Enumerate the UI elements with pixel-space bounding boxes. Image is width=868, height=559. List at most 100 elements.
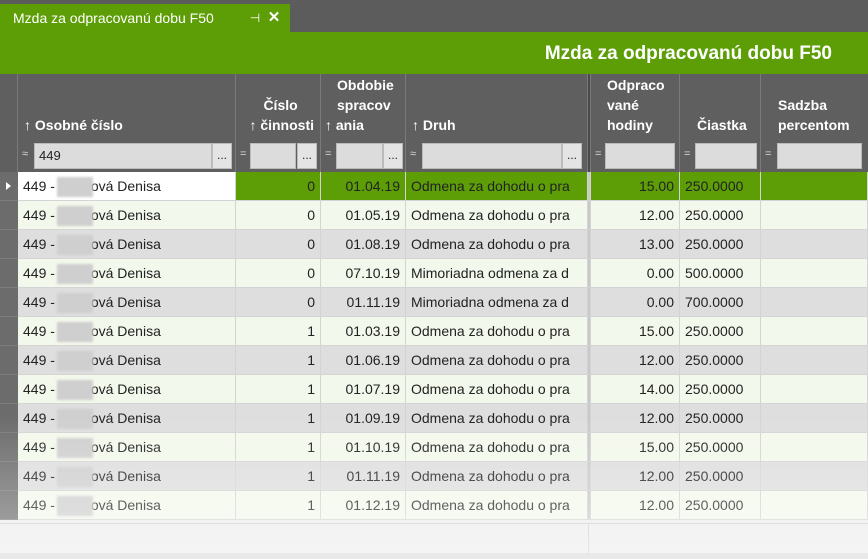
filter-input-sadzba[interactable] — [777, 143, 862, 169]
cell-druh[interactable]: Odmena za dohodu o pra — [406, 346, 588, 375]
cell-hodiny[interactable]: 12.00 — [591, 491, 680, 520]
cell-sadzba[interactable] — [761, 259, 868, 288]
cell-obdobie[interactable]: 01.04.19 — [321, 172, 406, 201]
cell-ciastka[interactable]: 250.0000 — [680, 346, 761, 375]
cell-ciastka[interactable]: 700.0000 — [680, 288, 761, 317]
filter-operator[interactable]: ≈ — [22, 148, 28, 160]
filter-operator[interactable]: = — [325, 148, 331, 160]
cell-obdobie[interactable]: 01.12.19 — [321, 491, 406, 520]
filter-operator[interactable]: = — [240, 148, 246, 160]
cell-hodiny[interactable]: 13.00 — [591, 230, 680, 259]
column-header-odpracovane-hodiny[interactable]: Odpraco vané hodiny — [591, 74, 680, 140]
column-header-cislo-cinnosti[interactable]: Číslo ↑ činnosti — [236, 74, 321, 140]
cell-ciastka[interactable]: 500.0000 — [680, 259, 761, 288]
filter-input-ciastka[interactable] — [695, 143, 757, 169]
cell-obdobie[interactable]: 01.09.19 — [321, 404, 406, 433]
cell-ciastka[interactable]: 250.0000 — [680, 201, 761, 230]
cell-druh[interactable]: Odmena za dohodu o pra — [406, 375, 588, 404]
cell-hodiny[interactable]: 0.00 — [591, 259, 680, 288]
row-selector[interactable] — [0, 491, 18, 520]
cell-cislo[interactable]: 1 — [236, 317, 321, 346]
cell-cislo[interactable]: 1 — [236, 462, 321, 491]
filter-lookup-button[interactable]: ... — [212, 143, 232, 169]
cell-druh[interactable]: Odmena za dohodu o pra — [406, 462, 588, 491]
table-row[interactable]: 449 - ová Denisa 1 01.12.19 Odmena za dohod… — [18, 491, 868, 520]
document-tab[interactable]: Mzda za odpracovanú dobu F50 ⊣ ✕ — [0, 4, 290, 32]
cell-sadzba[interactable] — [761, 288, 868, 317]
filter-lookup-button[interactable]: ... — [562, 143, 582, 169]
cell-cislo[interactable]: 1 — [236, 346, 321, 375]
cell-osobne-cislo[interactable]: 449 - ová Denisa — [18, 230, 236, 259]
cell-obdobie[interactable]: 01.06.19 — [321, 346, 406, 375]
cell-druh[interactable]: Mimoriadna odmena za d — [406, 288, 588, 317]
cell-obdobie[interactable]: 01.03.19 — [321, 317, 406, 346]
pin-icon[interactable]: ⊣ — [247, 4, 263, 32]
filter-operator[interactable]: = — [595, 148, 601, 160]
cell-ciastka[interactable]: 250.0000 — [680, 491, 761, 520]
cell-osobne-cislo[interactable]: 449 - ová Denisa — [18, 259, 236, 288]
cell-ciastka[interactable]: 250.0000 — [680, 433, 761, 462]
cell-obdobie[interactable]: 01.05.19 — [321, 201, 406, 230]
row-selector[interactable] — [0, 172, 18, 201]
cell-sadzba[interactable] — [761, 201, 868, 230]
table-row[interactable]: 449 - ová Denisa 0 01.04.19 Odmena za dohod… — [18, 172, 868, 201]
table-row[interactable]: 449 - ová Denisa 1 01.10.19 Odmena za dohod… — [18, 433, 868, 462]
filter-lookup-button[interactable]: ... — [383, 143, 403, 169]
cell-druh[interactable]: Odmena za dohodu o pra — [406, 404, 588, 433]
table-row[interactable]: 449 - ová Denisa 1 01.09.19 Odmena za dohod… — [18, 404, 868, 433]
cell-sadzba[interactable] — [761, 433, 868, 462]
cell-druh[interactable]: Odmena za dohodu o pra — [406, 317, 588, 346]
horizontal-scrollbar[interactable] — [0, 553, 868, 559]
cell-druh[interactable]: Mimoriadna odmena za d — [406, 259, 588, 288]
table-row[interactable]: 449 - ová Denisa 0 01.05.19 Odmena za dohod… — [18, 201, 868, 230]
cell-osobne-cislo[interactable]: 449 - ová Denisa — [18, 375, 236, 404]
cell-cislo[interactable]: 1 — [236, 433, 321, 462]
cell-sadzba[interactable] — [761, 346, 868, 375]
filter-operator[interactable]: = — [684, 148, 690, 160]
filter-lookup-button[interactable]: ... — [297, 143, 317, 169]
cell-osobne-cislo[interactable]: 449 - ová Denisa — [18, 462, 236, 491]
cell-osobne-cislo[interactable]: 449 - ová Denisa — [18, 288, 236, 317]
filter-input-cislo-cinnosti[interactable] — [250, 143, 296, 169]
cell-cislo[interactable]: 0 — [236, 230, 321, 259]
cell-sadzba[interactable] — [761, 317, 868, 346]
cell-osobne-cislo[interactable]: 449 - ová Denisa — [18, 172, 236, 201]
cell-sadzba[interactable] — [761, 230, 868, 259]
column-header-osobne-cislo[interactable]: ↑ Osobné číslo — [18, 74, 236, 140]
table-row[interactable]: 449 - ová Denisa 1 01.03.19 Odmena za dohod… — [18, 317, 868, 346]
close-icon[interactable]: ✕ — [266, 4, 282, 32]
column-header-sadzba[interactable]: Sadzba percentom — [761, 74, 868, 140]
cell-sadzba[interactable] — [761, 172, 868, 201]
column-header-ciastka[interactable]: Čiastka — [680, 74, 761, 140]
cell-sadzba[interactable] — [761, 404, 868, 433]
cell-hodiny[interactable]: 12.00 — [591, 201, 680, 230]
cell-cislo[interactable]: 1 — [236, 404, 321, 433]
cell-obdobie[interactable]: 01.07.19 — [321, 375, 406, 404]
cell-obdobie[interactable]: 07.10.19 — [321, 259, 406, 288]
cell-ciastka[interactable]: 250.0000 — [680, 172, 761, 201]
cell-osobne-cislo[interactable]: 449 - ová Denisa — [18, 346, 236, 375]
cell-ciastka[interactable]: 250.0000 — [680, 404, 761, 433]
cell-obdobie[interactable]: 01.11.19 — [321, 462, 406, 491]
cell-cislo[interactable]: 1 — [236, 491, 321, 520]
cell-sadzba[interactable] — [761, 462, 868, 491]
filter-operator[interactable]: ≈ — [410, 148, 416, 160]
cell-hodiny[interactable]: 12.00 — [591, 462, 680, 491]
table-row[interactable]: 449 - ová Denisa 1 01.11.19 Odmena za dohod… — [18, 462, 868, 491]
row-selector[interactable] — [0, 259, 18, 288]
table-row[interactable]: 449 - ová Denisa 0 01.08.19 Odmena za dohod… — [18, 230, 868, 259]
cell-obdobie[interactable]: 01.11.19 — [321, 288, 406, 317]
row-selector[interactable] — [0, 317, 18, 346]
cell-druh[interactable]: Odmena za dohodu o pra — [406, 230, 588, 259]
cell-hodiny[interactable]: 12.00 — [591, 346, 680, 375]
cell-ciastka[interactable]: 250.0000 — [680, 317, 761, 346]
table-row[interactable]: 449 - ová Denisa 0 01.11.19 Mimoriadna odme… — [18, 288, 868, 317]
cell-cislo[interactable]: 0 — [236, 172, 321, 201]
cell-cislo[interactable]: 0 — [236, 288, 321, 317]
cell-druh[interactable]: Odmena za dohodu o pra — [406, 201, 588, 230]
cell-ciastka[interactable]: 250.0000 — [680, 462, 761, 491]
cell-hodiny[interactable]: 0.00 — [591, 288, 680, 317]
row-selector[interactable] — [0, 462, 18, 491]
column-header-druh[interactable]: ↑ Druh — [406, 74, 588, 140]
filter-operator[interactable]: = — [765, 148, 771, 160]
